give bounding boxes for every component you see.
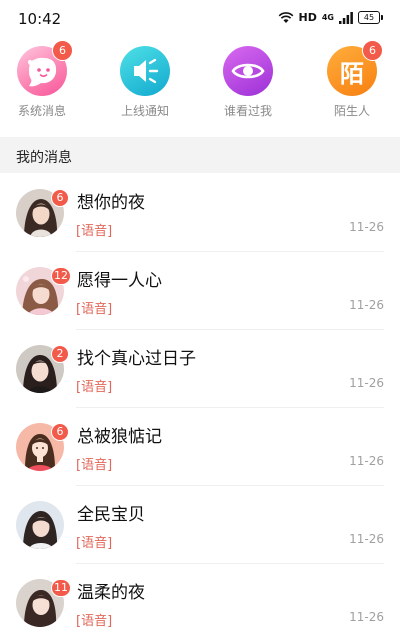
message-preview: [语音] [76, 224, 113, 239]
message-preview: [语音] [76, 536, 113, 551]
unread-badge: 11 [51, 579, 71, 597]
message-time: 11-26 [349, 220, 384, 234]
stranger-glyph: 陌 [340, 59, 364, 88]
message-preview: [语音] [76, 302, 113, 317]
message-item[interactable]: 6 想你的夜 [语音] 11-26 [0, 174, 400, 252]
strangers-label: 陌生人 [333, 104, 370, 118]
avatar[interactable] [16, 501, 64, 549]
message-time: 11-26 [349, 454, 384, 468]
signal-type: 4G [321, 12, 334, 22]
status-bar: 10:42 HD 4G 45 [0, 0, 400, 38]
contact-name: 全民宝贝 [77, 505, 145, 525]
shortcut-system-messages[interactable]: 6 系统消息 [2, 40, 82, 119]
wifi-icon [278, 11, 293, 23]
battery-icon: 45 [358, 11, 383, 24]
message-preview: [语音] [76, 458, 113, 473]
message-preview: [语音] [76, 380, 113, 395]
message-item[interactable]: 6 总被狼惦记 [语音] 11-26 [0, 408, 400, 486]
eye-icon [223, 46, 273, 96]
message-item[interactable]: 12 愿得一人心 [语音] 11-26 [0, 252, 400, 330]
message-list: 6 想你的夜 [语音] 11-26 12 愿得一人心 [语音] 11-26 2 … [0, 174, 400, 642]
message-time: 11-26 [349, 610, 384, 624]
system-messages-icon-circle: 6 [17, 40, 73, 96]
strangers-badge: 6 [362, 40, 383, 61]
who-viewed-me-label: 谁看过我 [223, 104, 272, 118]
contact-name: 想你的夜 [77, 193, 145, 213]
signal-icon [339, 11, 353, 24]
my-messages-header: 我的消息 [0, 137, 400, 173]
message-time: 11-26 [349, 532, 384, 546]
who-viewed-me-icon-circle [223, 46, 273, 96]
contact-name: 找个真心过日子 [77, 349, 196, 369]
shortcut-strangers[interactable]: 陌 6 陌生人 [312, 40, 392, 119]
contact-name: 愿得一人心 [77, 271, 162, 291]
unread-badge: 12 [51, 267, 71, 285]
shortcut-online-notice[interactable]: 上线通知 [105, 42, 185, 119]
shortcut-bar: 6 系统消息 上线通知 谁看过我 陌 6 陌生人 [0, 40, 400, 132]
system-messages-label: 系统消息 [17, 104, 66, 118]
message-item[interactable]: 11 温柔的夜 [语音] 11-26 [0, 564, 400, 642]
strangers-icon-circle: 陌 6 [327, 40, 383, 96]
contact-name: 温柔的夜 [77, 583, 145, 603]
message-time: 11-26 [349, 298, 384, 312]
hd-indicator: HD [298, 11, 317, 24]
message-time: 11-26 [349, 376, 384, 390]
section-title: 我的消息 [16, 150, 72, 166]
online-notice-icon-circle [120, 46, 170, 96]
message-item[interactable]: 全民宝贝 [语音] 11-26 [0, 486, 400, 564]
status-time: 10:42 [18, 10, 62, 28]
message-preview: [语音] [76, 614, 113, 629]
unread-badge: 6 [51, 189, 69, 207]
shortcut-who-viewed-me[interactable]: 谁看过我 [208, 42, 288, 119]
message-item[interactable]: 2 找个真心过日子 [语音] 11-26 [0, 330, 400, 408]
online-notice-label: 上线通知 [120, 104, 169, 118]
system-messages-badge: 6 [52, 40, 73, 61]
status-icons: HD 4G 45 [278, 11, 383, 24]
unread-badge: 2 [51, 345, 69, 363]
contact-name: 总被狼惦记 [77, 427, 162, 447]
unread-badge: 6 [51, 423, 69, 441]
speaker-icon [120, 46, 170, 96]
